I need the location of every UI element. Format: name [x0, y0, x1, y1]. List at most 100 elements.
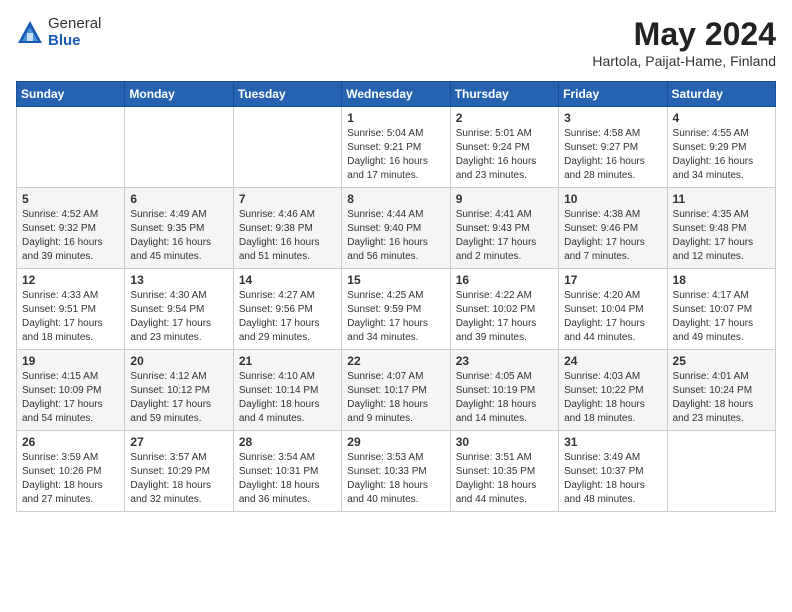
title-block: May 2024 Hartola, Paijat-Hame, Finland	[592, 16, 776, 69]
day-info: Sunrise: 4:49 AMSunset: 9:35 PMDaylight:…	[130, 208, 227, 264]
table-row	[233, 107, 341, 188]
day-info: Sunrise: 4:46 AMSunset: 9:38 PMDaylight:…	[239, 208, 336, 264]
day-number: 5	[22, 192, 119, 206]
header-sunday: Sunday	[17, 82, 125, 107]
day-number: 24	[564, 354, 661, 368]
logo: General Blue	[16, 16, 101, 49]
day-info: Sunrise: 3:49 AMSunset: 10:37 PMDaylight…	[564, 451, 661, 507]
logo-text: General Blue	[48, 16, 101, 49]
table-row: 20Sunrise: 4:12 AMSunset: 10:12 PMDaylig…	[125, 350, 233, 431]
table-row: 24Sunrise: 4:03 AMSunset: 10:22 PMDaylig…	[559, 350, 667, 431]
table-row: 21Sunrise: 4:10 AMSunset: 10:14 PMDaylig…	[233, 350, 341, 431]
day-number: 17	[564, 273, 661, 287]
day-info: Sunrise: 3:57 AMSunset: 10:29 PMDaylight…	[130, 451, 227, 507]
table-row: 16Sunrise: 4:22 AMSunset: 10:02 PMDaylig…	[450, 269, 558, 350]
day-info: Sunrise: 4:25 AMSunset: 9:59 PMDaylight:…	[347, 289, 444, 345]
day-number: 31	[564, 435, 661, 449]
day-number: 30	[456, 435, 553, 449]
day-number: 6	[130, 192, 227, 206]
day-info: Sunrise: 4:27 AMSunset: 9:56 PMDaylight:…	[239, 289, 336, 345]
table-row	[667, 431, 775, 512]
day-info: Sunrise: 4:41 AMSunset: 9:43 PMDaylight:…	[456, 208, 553, 264]
day-info: Sunrise: 4:33 AMSunset: 9:51 PMDaylight:…	[22, 289, 119, 345]
header-tuesday: Tuesday	[233, 82, 341, 107]
day-number: 23	[456, 354, 553, 368]
day-info: Sunrise: 3:53 AMSunset: 10:33 PMDaylight…	[347, 451, 444, 507]
table-row: 9Sunrise: 4:41 AMSunset: 9:43 PMDaylight…	[450, 188, 558, 269]
day-number: 20	[130, 354, 227, 368]
day-number: 4	[673, 111, 770, 125]
table-row: 26 Sunrise: 3:59 AMSunset: 10:26 PMDaylig…	[17, 431, 125, 512]
day-number: 26	[22, 435, 119, 449]
day-number: 15	[347, 273, 444, 287]
day-info: Sunrise: 4:07 AMSunset: 10:17 PMDaylight…	[347, 370, 444, 426]
table-row: 10Sunrise: 4:38 AMSunset: 9:46 PMDayligh…	[559, 188, 667, 269]
calendar-title: May 2024	[592, 16, 776, 53]
table-row: 5 Sunrise: 4:52 AMSunset: 9:32 PMDaylight…	[17, 188, 125, 269]
table-row: 7Sunrise: 4:46 AMSunset: 9:38 PMDaylight…	[233, 188, 341, 269]
calendar-week-row: 26 Sunrise: 3:59 AMSunset: 10:26 PMDaylig…	[17, 431, 776, 512]
table-row: 29 Sunrise: 3:53 AMSunset: 10:33 PMDaylig…	[342, 431, 450, 512]
calendar-week-row: 19Sunrise: 4:15 AMSunset: 10:09 PMDaylig…	[17, 350, 776, 431]
day-info: Sunrise: 4:05 AMSunset: 10:19 PMDaylight…	[456, 370, 553, 426]
table-row: 31 Sunrise: 3:49 AMSunset: 10:37 PMDaylig…	[559, 431, 667, 512]
day-number: 22	[347, 354, 444, 368]
header-monday: Monday	[125, 82, 233, 107]
calendar-table: Sunday Monday Tuesday Wednesday Thursday…	[16, 81, 776, 512]
table-row	[17, 107, 125, 188]
table-row: 23 Sunrise: 4:05 AMSunset: 10:19 PMDaylig…	[450, 350, 558, 431]
calendar-week-row: 5 Sunrise: 4:52 AMSunset: 9:32 PMDaylight…	[17, 188, 776, 269]
table-row: 3 Sunrise: 4:58 AMSunset: 9:27 PMDaylight…	[559, 107, 667, 188]
day-info: Sunrise: 3:59 AMSunset: 10:26 PMDaylight…	[22, 451, 119, 507]
table-row: 11 Sunrise: 4:35 AMSunset: 9:48 PMDayligh…	[667, 188, 775, 269]
day-number: 8	[347, 192, 444, 206]
day-info: Sunrise: 4:44 AMSunset: 9:40 PMDaylight:…	[347, 208, 444, 264]
day-number: 27	[130, 435, 227, 449]
day-info: Sunrise: 4:22 AMSunset: 10:02 PMDaylight…	[456, 289, 553, 345]
day-info: Sunrise: 4:52 AMSunset: 9:32 PMDaylight:…	[22, 208, 119, 264]
day-number: 18	[673, 273, 770, 287]
day-number: 11	[673, 192, 770, 206]
day-number: 12	[22, 273, 119, 287]
calendar-location: Hartola, Paijat-Hame, Finland	[592, 53, 776, 69]
table-row: 6 Sunrise: 4:49 AMSunset: 9:35 PMDaylight…	[125, 188, 233, 269]
table-row: 18 Sunrise: 4:17 AMSunset: 10:07 PMDaylig…	[667, 269, 775, 350]
calendar-week-row: 12 Sunrise: 4:33 AMSunset: 9:51 PMDayligh…	[17, 269, 776, 350]
table-row: 25Sunrise: 4:01 AMSunset: 10:24 PMDaylig…	[667, 350, 775, 431]
calendar-header-row: Sunday Monday Tuesday Wednesday Thursday…	[17, 82, 776, 107]
day-number: 10	[564, 192, 661, 206]
logo-blue-text: Blue	[48, 33, 101, 50]
day-info: Sunrise: 4:35 AMSunset: 9:48 PMDaylight:…	[673, 208, 770, 264]
day-info: Sunrise: 4:55 AMSunset: 9:29 PMDaylight:…	[673, 127, 770, 183]
day-number: 3	[564, 111, 661, 125]
page-header: General Blue May 2024 Hartola, Paijat-Ha…	[16, 16, 776, 69]
day-number: 1	[347, 111, 444, 125]
header-friday: Friday	[559, 82, 667, 107]
day-number: 2	[456, 111, 553, 125]
table-row: 15 Sunrise: 4:25 AMSunset: 9:59 PMDayligh…	[342, 269, 450, 350]
table-row: 17Sunrise: 4:20 AMSunset: 10:04 PMDaylig…	[559, 269, 667, 350]
day-number: 28	[239, 435, 336, 449]
day-info: Sunrise: 4:30 AMSunset: 9:54 PMDaylight:…	[130, 289, 227, 345]
day-number: 19	[22, 354, 119, 368]
table-row: 12 Sunrise: 4:33 AMSunset: 9:51 PMDayligh…	[17, 269, 125, 350]
table-row: 13Sunrise: 4:30 AMSunset: 9:54 PMDayligh…	[125, 269, 233, 350]
table-row	[125, 107, 233, 188]
day-info: Sunrise: 4:17 AMSunset: 10:07 PMDaylight…	[673, 289, 770, 345]
table-row: 8 Sunrise: 4:44 AMSunset: 9:40 PMDaylight…	[342, 188, 450, 269]
table-row: 22 Sunrise: 4:07 AMSunset: 10:17 PMDaylig…	[342, 350, 450, 431]
table-row: 30 Sunrise: 3:51 AMSunset: 10:35 PMDaylig…	[450, 431, 558, 512]
day-info: Sunrise: 3:54 AMSunset: 10:31 PMDaylight…	[239, 451, 336, 507]
day-info: Sunrise: 4:10 AMSunset: 10:14 PMDaylight…	[239, 370, 336, 426]
day-info: Sunrise: 5:01 AMSunset: 9:24 PMDaylight:…	[456, 127, 553, 183]
table-row: 28 Sunrise: 3:54 AMSunset: 10:31 PMDaylig…	[233, 431, 341, 512]
table-row: 19Sunrise: 4:15 AMSunset: 10:09 PMDaylig…	[17, 350, 125, 431]
day-info: Sunrise: 5:04 AMSunset: 9:21 PMDaylight:…	[347, 127, 444, 183]
table-row: 14Sunrise: 4:27 AMSunset: 9:56 PMDayligh…	[233, 269, 341, 350]
day-number: 29	[347, 435, 444, 449]
header-thursday: Thursday	[450, 82, 558, 107]
day-info: Sunrise: 4:58 AMSunset: 9:27 PMDaylight:…	[564, 127, 661, 183]
day-info: Sunrise: 3:51 AMSunset: 10:35 PMDaylight…	[456, 451, 553, 507]
day-info: Sunrise: 4:01 AMSunset: 10:24 PMDaylight…	[673, 370, 770, 426]
logo-general-text: General	[48, 16, 101, 33]
